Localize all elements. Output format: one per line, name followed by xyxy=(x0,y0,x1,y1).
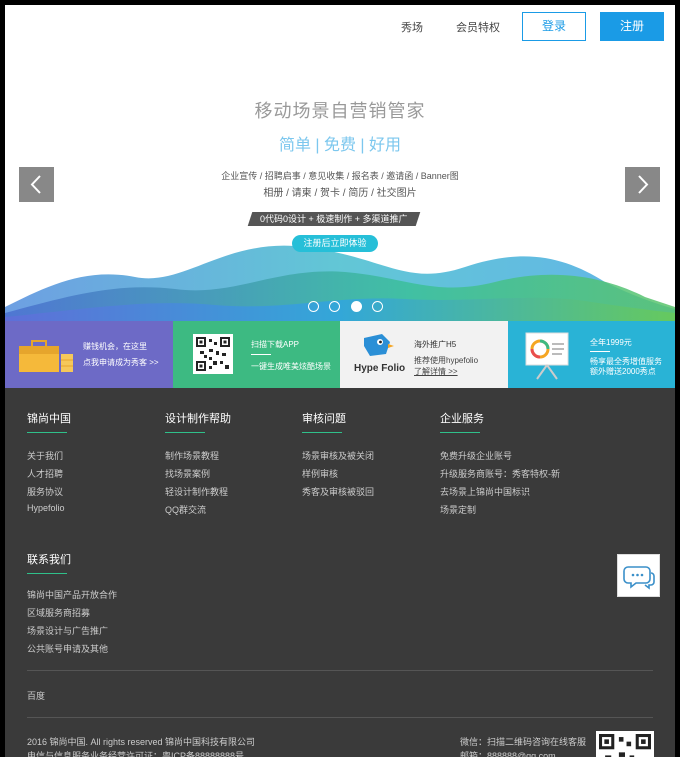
footer-wechat: 微信：扫描二维码咨询在线客服 xyxy=(460,737,587,747)
footer-link[interactable]: 场景设计与广告推广 xyxy=(27,624,108,637)
footer-link[interactable]: 区域服务商招募 xyxy=(27,606,90,619)
promo-annual-plan[interactable]: 全年1999元 畅享最全秀增值服务 额外赠送2000秀点 xyxy=(508,321,675,388)
footer-copyright: 2016 锦尚中国. All rights reserved 锦尚中国科技有限公… xyxy=(27,737,256,747)
promo-download-app[interactable]: 扫描下载APP 一键生成唯美炫酷场景 xyxy=(173,321,340,388)
carousel-dot-3[interactable] xyxy=(350,301,362,312)
footer-link[interactable]: 公共账号申请及其他 xyxy=(27,642,108,655)
footer-col-title-company: 锦尚中国 xyxy=(27,410,71,433)
footer-link[interactable]: 免费升级企业账号 xyxy=(440,449,512,462)
footer-link[interactable]: 升级服务商账号：秀客特权-新 xyxy=(440,467,560,480)
footer-divider xyxy=(27,670,653,671)
promo4-line1: 全年1999元 xyxy=(590,338,632,347)
footer-divider xyxy=(27,717,653,718)
top-nav: 秀场 会员特权 登录 注册 xyxy=(5,5,675,49)
promo4-line3: 额外赠送2000秀点 xyxy=(590,367,656,376)
carousel-dots xyxy=(308,301,389,313)
hero-tags-line1: 企业宣传 / 招聘启事 / 意见收集 / 报名表 / 邀请函 / Banner图 xyxy=(221,171,459,181)
footer-col-title-help-text: 设计制作帮助 xyxy=(165,413,231,425)
nav-link-showcase[interactable]: 秀场 xyxy=(401,19,423,35)
hero-tags-line2: 相册 / 请柬 / 贺卡 / 简历 / 社交图片 xyxy=(263,188,417,199)
footer-col-title-enterprise: 企业服务 xyxy=(440,410,484,433)
promo-strip: 赚钱机会，在这里 点我申请成为秀客 >> 扫描下载APP 一键生成唯美炫酷场景 xyxy=(5,321,675,388)
chevron-left-icon xyxy=(30,175,41,194)
footer-link[interactable]: 关于我们 xyxy=(27,449,63,462)
hero-feature-banner-text: 0代码0设计 + 极速制作 + 多渠道推广 xyxy=(260,214,408,224)
hero-carousel: 移动场景自营销管家 简单 | 免费 | 好用 企业宣传 / 招聘启事 / 意见收… xyxy=(5,49,675,321)
hero-subtitle: 简单 | 免费 | 好用 xyxy=(278,137,402,154)
footer-col-title-review-text: 审核问题 xyxy=(302,413,346,425)
promo2-line1: 扫描下载APP xyxy=(251,340,300,349)
footer-col-title-company-text: 锦尚中国 xyxy=(27,413,71,425)
carousel-dot-2[interactable] xyxy=(329,301,341,312)
promo3-line2: 推荐使用hypefolio xyxy=(414,356,479,365)
register-button[interactable]: 注册 xyxy=(600,12,664,41)
hero-cta-button[interactable]: 注册后立即体验 xyxy=(292,235,378,252)
footer-col-title-help: 设计制作帮助 xyxy=(165,410,231,433)
nav-link-member[interactable]: 会员特权 xyxy=(456,19,500,35)
briefcase-icon xyxy=(19,340,73,372)
footer-link[interactable]: 秀客及审核被驳回 xyxy=(302,485,374,498)
promo1-line2[interactable]: 点我申请成为秀客 >> xyxy=(83,357,159,368)
online-chat-button[interactable] xyxy=(617,554,660,597)
hero-feature-banner: 0代码0设计 + 极速制作 + 多渠道推广 xyxy=(247,212,421,226)
presentation-board-icon xyxy=(525,332,569,380)
footer-link[interactable]: 场景定制 xyxy=(440,503,476,516)
promo-hypefolio[interactable]: Hype Folio 海外推广H5 推荐使用hypefolio 了解详情 >> xyxy=(340,321,508,388)
title-underline xyxy=(27,573,67,574)
carousel-prev-button[interactable] xyxy=(19,167,54,202)
footer-link[interactable]: 锦尚中国产品开放合作 xyxy=(27,588,117,601)
promo3-link[interactable]: 了解详情 >> xyxy=(414,366,458,377)
hero-title: 移动场景自营销管家 xyxy=(254,101,426,121)
footer-link[interactable]: 场景审核及被关闭 xyxy=(302,449,374,462)
chevron-right-icon xyxy=(638,175,649,194)
title-underline xyxy=(27,432,67,433)
footer-col-title-review: 审核问题 xyxy=(302,410,346,433)
hypefolio-logo-text: Hype Folio xyxy=(354,363,406,374)
promo4-divider xyxy=(590,351,610,352)
footer-email: 邮箱：888888@qq.com xyxy=(460,751,556,757)
footer-link[interactable]: 制作场景教程 xyxy=(165,449,219,462)
hypefolio-bird-logo-icon xyxy=(364,334,394,356)
title-underline xyxy=(440,432,480,433)
page: 秀场 会员特权 登录 注册 移动场景自营销管家 简单 | 免费 | 好用 企业宣… xyxy=(5,5,675,757)
carousel-dot-1[interactable] xyxy=(308,301,319,312)
login-button[interactable]: 登录 xyxy=(522,12,586,41)
title-underline xyxy=(165,432,205,433)
footer-link[interactable]: 轻设计制作教程 xyxy=(165,485,228,498)
footer-link[interactable]: Hypefolio xyxy=(27,503,65,513)
footer-friend-link[interactable]: 百度 xyxy=(27,689,45,702)
footer-link[interactable]: 人才招聘 xyxy=(27,467,63,480)
footer-link[interactable]: QQ群交流 xyxy=(165,503,206,516)
title-underline xyxy=(302,432,342,433)
footer-icp: 电信与信息服务业务经营许可证：粤ICP备88888888号 xyxy=(27,751,245,757)
footer-link[interactable]: 找场景案例 xyxy=(165,467,210,480)
promo2-line2: 一键生成唯美炫酷场景 xyxy=(251,362,331,371)
carousel-dot-4[interactable] xyxy=(372,301,384,312)
promo1-line1: 赚钱机会，在这里 xyxy=(83,342,147,351)
carousel-next-button[interactable] xyxy=(625,167,660,202)
qr-code-icon xyxy=(193,334,233,374)
promo-become-xiuke[interactable]: 赚钱机会，在这里 点我申请成为秀客 >> xyxy=(5,321,173,388)
footer-col-title-contact: 联系我们 xyxy=(27,551,71,574)
chat-bubbles-icon xyxy=(623,566,655,590)
footer-link[interactable]: 样例审核 xyxy=(302,467,338,480)
site-footer: 锦尚中国 设计制作帮助 审核问题 企业服务 关于我们 人才招聘 服务协议 Hyp… xyxy=(5,388,675,757)
footer-link[interactable]: 服务协议 xyxy=(27,485,63,498)
footer-qr-code-icon xyxy=(596,731,654,757)
promo2-divider xyxy=(251,354,271,355)
footer-link[interactable]: 去场景上锦尚中国标识 xyxy=(440,485,530,498)
footer-col-title-contact-text: 联系我们 xyxy=(27,554,71,566)
footer-col-title-enterprise-text: 企业服务 xyxy=(440,413,484,425)
promo3-line1: 海外推广H5 xyxy=(414,340,457,349)
